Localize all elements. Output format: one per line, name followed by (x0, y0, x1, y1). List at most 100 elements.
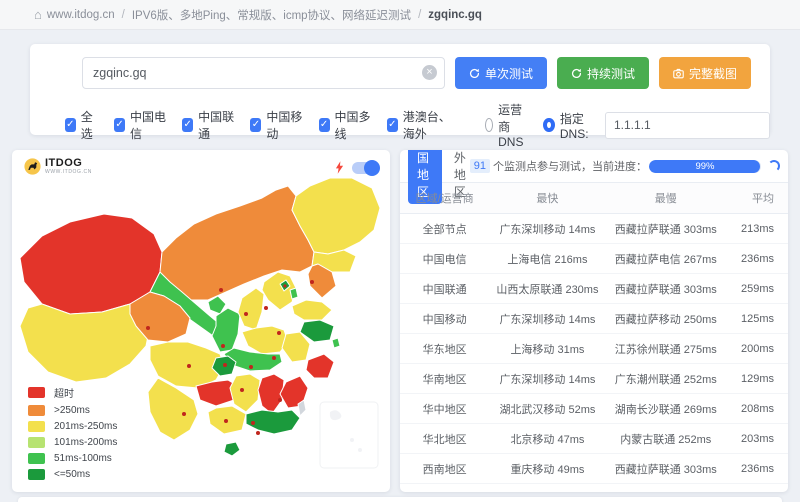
legend-label: 201ms-250ms (54, 421, 117, 432)
table-row: 西北地区甘肃兰州移动 70ms青海西宁联通 260ms221ms (400, 484, 788, 493)
table-row: 西南地区重庆移动 49ms西藏拉萨联通 303ms236ms (400, 454, 788, 484)
legend-label: 超时 (54, 385, 74, 400)
legend-item: <=50ms (28, 469, 117, 480)
cell-average: 213ms (726, 214, 788, 244)
cell-region: 中国电信 (400, 244, 489, 274)
operator-checkbox[interactable]: ✓ 港澳台、海外 (387, 108, 459, 142)
table-row: 中国移动广东深圳移动 14ms西藏拉萨移动 250ms125ms (400, 304, 788, 334)
province-shanxi[interactable] (238, 288, 264, 330)
checkbox-icon: ✓ (114, 118, 125, 132)
table-row: 华中地区湖北武汉移动 52ms湖南长沙联通 269ms208ms (400, 394, 788, 424)
single-test-button[interactable]: 单次测试 (455, 57, 547, 89)
checkbox-label: 港澳台、海外 (403, 108, 459, 142)
results-table: 区域/运营商 最快 最慢 平均 全部节点广东深圳移动 14ms西藏拉萨联通 30… (400, 182, 788, 492)
full-screenshot-button[interactable]: 完整截图 (659, 57, 751, 89)
search-card: × 单次测试 持续测试 完整截图 ✓全选✓中国电信✓中国联通✓中国移动✓中国多线… (30, 44, 770, 135)
map-tools (335, 161, 378, 174)
continuous-test-button[interactable]: 持续测试 (557, 57, 649, 89)
cell-average: 203ms (726, 424, 788, 454)
checkbox-label: 中国联通 (198, 108, 235, 142)
cell-region: 华北地区 (400, 424, 489, 454)
operator-checkbox-group: ✓全选✓中国电信✓中国联通✓中国移动✓中国多线✓港澳台、海外 (65, 108, 459, 142)
camera-icon (673, 68, 684, 79)
cell-average: 259ms (726, 274, 788, 304)
legend-swatch (28, 453, 45, 464)
dog-icon (24, 158, 41, 175)
operator-checkbox[interactable]: ✓全选 (65, 108, 99, 142)
node-count-badge: 91 (470, 159, 490, 173)
checkbox-icon: ✓ (387, 118, 398, 132)
home-icon[interactable]: ⌂ (34, 7, 42, 22)
operator-checkbox[interactable]: ✓中国移动 (250, 108, 303, 142)
clear-input-icon[interactable]: × (422, 65, 437, 80)
results-tbody: 全部节点广东深圳移动 14ms西藏拉萨联通 303ms213ms中国电信上海电信… (400, 214, 788, 493)
legend-item: 超时 (28, 385, 117, 400)
cell-slowest: 西藏拉萨联通 303ms (606, 454, 726, 484)
cell-slowest: 西藏拉萨联通 303ms (606, 214, 726, 244)
map-toggle[interactable] (352, 162, 378, 174)
progress-percent: 99% (649, 160, 761, 173)
cell-slowest: 西藏拉萨电信 267ms (606, 244, 726, 274)
refresh-icon (571, 68, 582, 79)
province-tianjin[interactable] (290, 288, 298, 299)
province-shanghai[interactable] (332, 338, 340, 348)
province-hainan[interactable] (224, 442, 240, 456)
table-row: 全部节点广东深圳移动 14ms西藏拉萨联通 303ms213ms (400, 214, 788, 244)
checkbox-icon: ✓ (319, 118, 330, 132)
cell-fastest: 上海移动 31ms (489, 334, 605, 364)
cell-region: 华南地区 (400, 364, 489, 394)
cell-average: 208ms (726, 394, 788, 424)
province-shandong[interactable] (292, 300, 332, 320)
screenshot-label: 完整截图 (689, 65, 737, 82)
map-header: ITDOG WWW.ITDOG.CN (24, 158, 378, 175)
province-zhejiang[interactable] (306, 354, 334, 378)
target-input[interactable] (82, 57, 445, 89)
legend-label: <=50ms (54, 469, 90, 480)
breadcrumb-home[interactable]: www.itdog.cn (47, 9, 115, 21)
header-fastest: 最快 (489, 183, 605, 214)
logo-title: ITDOG (45, 158, 92, 169)
header-average: 平均 (726, 183, 788, 214)
checkbox-icon: ✓ (65, 118, 76, 132)
legend-item: 201ms-250ms (28, 421, 117, 432)
province-henan[interactable] (242, 326, 288, 354)
table-row: 华东地区上海移动 31ms江苏徐州联通 275ms200ms (400, 334, 788, 364)
breadcrumb-current: zgqinc.gq (428, 9, 482, 21)
province-shaanxi[interactable] (212, 308, 240, 352)
logo-subtitle: WWW.ITDOG.CN (45, 169, 92, 175)
cell-fastest: 湖北武汉移动 52ms (489, 394, 605, 424)
cell-fastest: 上海电信 216ms (489, 244, 605, 274)
itdog-logo[interactable]: ITDOG WWW.ITDOG.CN (24, 158, 92, 175)
cell-region: 华中地区 (400, 394, 489, 424)
dns-input[interactable] (605, 112, 770, 139)
legend-swatch (28, 421, 45, 432)
operator-checkbox[interactable]: ✓ 中国电信 (114, 108, 167, 142)
refresh-icon (469, 68, 480, 79)
cell-slowest: 西藏拉萨移动 250ms (606, 304, 726, 334)
legend-item: >250ms (28, 405, 117, 416)
cell-fastest: 重庆移动 49ms (489, 454, 605, 484)
continuous-test-label: 持续测试 (587, 65, 635, 82)
breadcrumb-separator: / (122, 9, 125, 21)
cell-average: 236ms (726, 454, 788, 484)
breadcrumb-path[interactable]: IPV6版、多地Ping、常规版、icmp协议、网络延迟测试 (132, 7, 411, 23)
cell-region: 中国联通 (400, 274, 489, 304)
cell-average: 236ms (726, 244, 788, 274)
cell-fastest: 广东深圳移动 14ms (489, 214, 605, 244)
lightning-icon[interactable] (335, 161, 344, 174)
table-row: 华南地区广东深圳移动 14ms广东潮州联通 252ms129ms (400, 364, 788, 394)
operator-checkbox[interactable]: ✓中国多线 (319, 108, 372, 142)
checkbox-label: 中国电信 (130, 108, 167, 142)
loading-spinner (768, 160, 780, 172)
single-test-label: 单次测试 (485, 65, 533, 82)
header-slowest: 最慢 (606, 183, 726, 214)
toggle-knob (364, 160, 380, 176)
radio-carrier-dns[interactable]: 运营商DNS (485, 101, 529, 149)
cell-fastest: 广东深圳移动 14ms (489, 364, 605, 394)
province-hunan[interactable] (230, 374, 260, 412)
radio-custom-dns[interactable]: 指定DNS: (543, 110, 591, 141)
cell-slowest: 湖南长沙联通 269ms (606, 394, 726, 424)
map-legend: 超时>250ms201ms-250ms101ms-200ms51ms-100ms… (28, 380, 117, 480)
operator-checkbox[interactable]: ✓中国联通 (182, 108, 235, 142)
checkbox-icon: ✓ (250, 118, 261, 132)
